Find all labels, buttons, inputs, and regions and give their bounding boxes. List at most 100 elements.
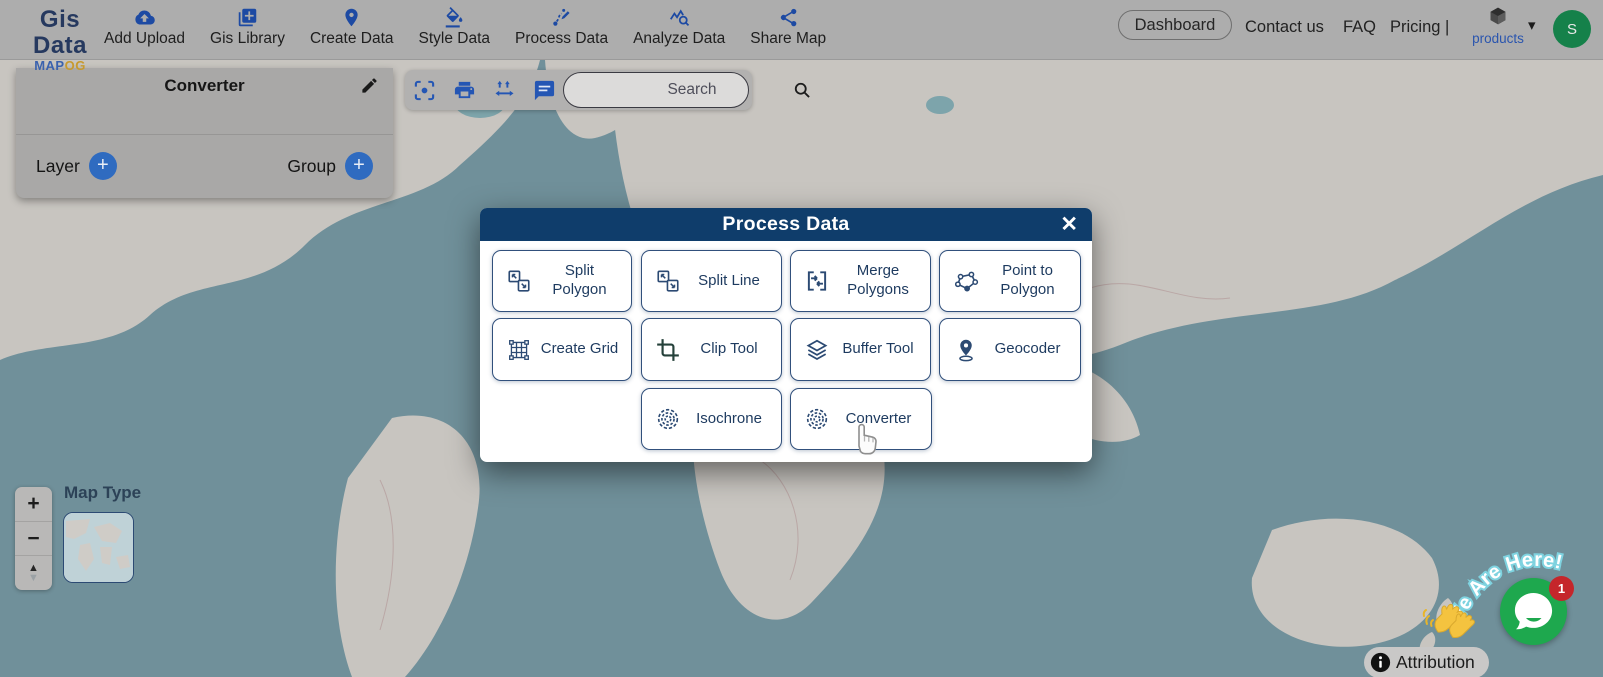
nav-label: Gis Library [210, 30, 285, 48]
layer-group-row: Layer + Group + [16, 134, 393, 198]
nav-style-data[interactable]: Style Data [419, 7, 491, 48]
unread-badge: 1 [1549, 576, 1574, 601]
app-screen: Gis Data MAPOG Add Upload Gis Library Cr… [0, 0, 1603, 677]
nav-add-upload[interactable]: Add Upload [104, 7, 185, 48]
cube-icon [1488, 6, 1508, 26]
layer-panel-title: Converter [16, 76, 393, 96]
tool-label: Clip Tool [681, 340, 781, 359]
arrow-down-icon: ▼ [28, 573, 39, 583]
modal-title: Process Data [722, 213, 849, 236]
nav-label: Analyze Data [633, 30, 725, 48]
nav-label: Style Data [419, 30, 491, 48]
tool-merge-polygons[interactable]: Merge Polygons [790, 250, 931, 312]
chevron-down-icon[interactable]: ▾ [1528, 16, 1536, 34]
tool-label: Create Grid [532, 340, 631, 359]
nav-gis-library[interactable]: Gis Library [210, 7, 285, 48]
comment-icon[interactable] [533, 79, 556, 102]
add-layer-button[interactable]: + [89, 152, 117, 180]
zoom-controls: + − ▲ ▼ [15, 487, 52, 590]
route-edit-icon [551, 7, 572, 28]
search-icon[interactable] [792, 80, 812, 100]
layer-add: Layer + [36, 152, 117, 180]
tool-point-to-polygon[interactable]: Point to Polygon [939, 250, 1081, 312]
tool-converter[interactable]: Converter [790, 388, 932, 450]
brand-tagline: MAPOG [14, 59, 106, 73]
nav-share-map[interactable]: Share Map [750, 7, 826, 48]
zoom-out-button[interactable]: − [15, 522, 52, 557]
tool-isochrone[interactable]: Isochrone [641, 388, 782, 450]
nav-label: Create Data [310, 30, 394, 48]
isochrone-swirl-icon [655, 406, 681, 432]
analyze-chart-icon [669, 7, 690, 28]
nav-label: Share Map [750, 30, 826, 48]
cloud-upload-icon [134, 7, 155, 28]
avatar[interactable]: S [1553, 10, 1591, 48]
layer-label: Layer [36, 156, 80, 177]
brand-name: Gis Data [14, 7, 106, 59]
tool-buffer[interactable]: Buffer Tool [790, 318, 931, 381]
create-grid-icon [506, 337, 532, 363]
faq-link[interactable]: FAQ [1343, 18, 1376, 37]
attribution-label: Attribution [1396, 652, 1475, 673]
nav-label: Process Data [515, 30, 608, 48]
tool-clip[interactable]: Clip Tool [641, 318, 782, 381]
waving-hands-icon [1422, 588, 1476, 640]
edit-pencil-icon[interactable] [360, 76, 379, 95]
paint-fill-icon [444, 7, 465, 28]
contact-us-link[interactable]: Contact us [1245, 18, 1324, 37]
info-icon [1370, 652, 1391, 673]
main-nav: Add Upload Gis Library Create Data Style… [104, 7, 826, 48]
tool-split-line[interactable]: Split Line [641, 250, 782, 312]
print-icon[interactable] [453, 79, 476, 102]
products-menu[interactable]: products [1470, 6, 1526, 46]
plus-icon: + [353, 154, 365, 177]
search-input[interactable] [564, 81, 792, 99]
add-group-button[interactable]: + [345, 152, 373, 180]
zoom-in-button[interactable]: + [15, 487, 52, 522]
measure-icon[interactable] [493, 79, 516, 102]
center-focus-icon[interactable] [413, 79, 436, 102]
location-pin-icon [341, 7, 362, 28]
tool-label: Merge Polygons [830, 262, 930, 300]
process-data-modal: Process Data ✕ Split Polygon Split Line … [480, 208, 1092, 462]
tool-geocoder[interactable]: Geocoder [939, 318, 1081, 381]
library-add-icon [237, 7, 258, 28]
brand-logo[interactable]: Gis Data MAPOG [14, 7, 106, 73]
buffer-layers-icon [804, 337, 830, 363]
nav-create-data[interactable]: Create Data [310, 7, 394, 48]
tool-label: Isochrone [681, 410, 781, 429]
pan-toggle-button[interactable]: ▲ ▼ [15, 556, 52, 590]
converter-swirl-icon [804, 406, 830, 432]
group-label: Group [287, 156, 336, 177]
toolbar-icons [413, 70, 556, 110]
tool-split-polygon[interactable]: Split Polygon [492, 250, 632, 312]
tool-label: Split Line [681, 272, 781, 291]
dashboard-button[interactable]: Dashboard [1118, 10, 1232, 40]
nav-process-data[interactable]: Process Data [515, 7, 608, 48]
tool-label: Split Polygon [532, 262, 631, 300]
share-icon [778, 7, 799, 28]
close-icon[interactable]: ✕ [1060, 211, 1078, 238]
tool-label: Converter [830, 410, 931, 429]
search-bar [563, 72, 749, 108]
tool-create-grid[interactable]: Create Grid [492, 318, 632, 381]
tool-label: Geocoder [979, 340, 1080, 359]
map-type-thumbnail[interactable] [63, 512, 134, 583]
geocoder-pin-icon [953, 337, 979, 363]
layer-panel: Converter Layer + Group + [16, 68, 393, 198]
nav-analyze-data[interactable]: Analyze Data [633, 7, 725, 48]
split-line-icon [655, 268, 681, 294]
clip-crop-icon [655, 337, 681, 363]
plus-icon: + [27, 492, 39, 516]
plus-icon: + [97, 154, 109, 177]
map-type-label: Map Type [64, 483, 141, 503]
top-navbar: Gis Data MAPOG Add Upload Gis Library Cr… [0, 0, 1603, 60]
products-label: products [1470, 31, 1526, 46]
map-thumbnail-image [64, 513, 134, 583]
attribution-button[interactable]: Attribution [1364, 647, 1489, 677]
tool-label: Buffer Tool [830, 340, 930, 359]
merge-polygons-icon [804, 268, 830, 294]
point-to-polygon-icon [953, 268, 979, 294]
pricing-link[interactable]: Pricing | [1390, 18, 1449, 37]
modal-header: Process Data ✕ [480, 208, 1092, 241]
